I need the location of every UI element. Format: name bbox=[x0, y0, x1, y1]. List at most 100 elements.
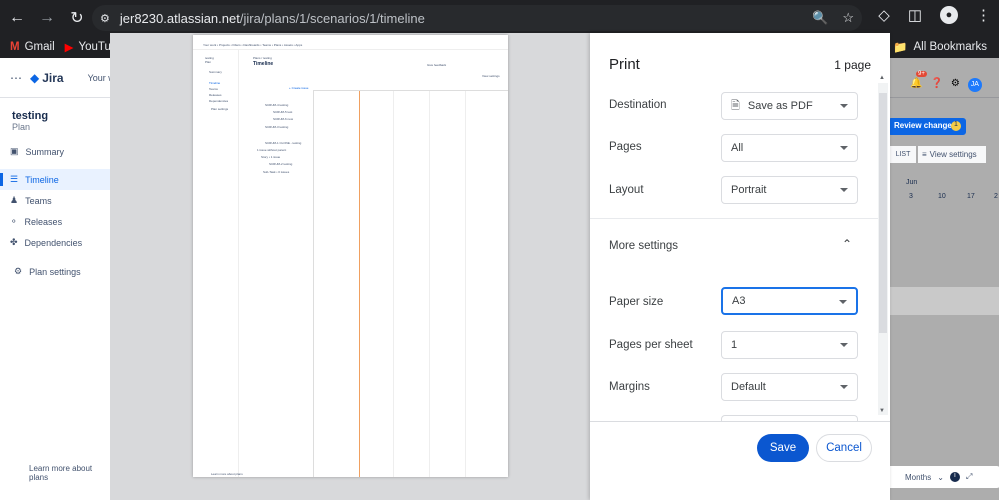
pages-select[interactable]: All bbox=[721, 134, 858, 162]
review-changes-button[interactable]: Review changes 1 bbox=[888, 118, 966, 135]
highlighted-row bbox=[890, 287, 999, 315]
notifications-icon[interactable]: 🔔 9+ bbox=[910, 71, 927, 92]
help-icon[interactable]: ❓ bbox=[930, 78, 942, 92]
preview-row: 1 issue without parent bbox=[257, 148, 287, 152]
youtube-icon: ▶ bbox=[64, 42, 74, 54]
chevron-up-icon[interactable]: ⌃ bbox=[842, 237, 852, 251]
bookmark-youtube[interactable]: ▶ YouTu bbox=[65, 40, 111, 54]
destination-label: Destination bbox=[609, 99, 667, 111]
margins-value: Default bbox=[731, 381, 766, 393]
all-bookmarks[interactable]: 📁 All Bookmarks bbox=[893, 40, 987, 54]
forward-icon[interactable]: → bbox=[32, 3, 62, 33]
sidebar-item-label: Teams bbox=[25, 195, 52, 206]
preview-row: SCRUM-1 CLONE - testing bbox=[265, 141, 302, 145]
more-settings-toggle[interactable]: More settings bbox=[609, 240, 678, 252]
bookmark-label: Gmail bbox=[24, 41, 55, 53]
bookmark-label: YouTu bbox=[78, 41, 111, 53]
back-icon[interactable]: ← bbox=[2, 3, 32, 33]
all-bookmarks-label: All Bookmarks bbox=[913, 41, 988, 53]
preview-gridline bbox=[465, 91, 466, 477]
preview-feedback: Give feedback bbox=[427, 63, 447, 67]
bookmark-gmail[interactable]: M Gmail bbox=[10, 41, 55, 53]
profile-avatar[interactable]: ● bbox=[940, 6, 958, 24]
jira-logo-icon[interactable]: ◆ bbox=[30, 71, 39, 85]
review-changes-label: Review changes bbox=[894, 121, 957, 130]
scroll-up-icon[interactable]: ▲ bbox=[879, 75, 885, 81]
pages-per-sheet-value: 1 bbox=[731, 339, 738, 351]
pages-per-sheet-select[interactable]: 1 bbox=[721, 331, 858, 359]
sidebar-item-plan-settings[interactable]: ⚙ Plan settings bbox=[0, 261, 110, 282]
folder-icon: 📁 bbox=[893, 42, 908, 54]
learn-more-link[interactable]: Learn more about plans bbox=[29, 464, 110, 482]
address-bar[interactable]: ⚙ jer8230.atlassian.net/jira/plans/1/sce… bbox=[92, 5, 862, 31]
sidebar-item-summary[interactable]: ▣ Summary bbox=[0, 141, 110, 162]
preview-nav: Your work • Projects • Filters • Dashboa… bbox=[203, 43, 303, 47]
zoom-icon[interactable]: 🔍 bbox=[812, 10, 828, 26]
profile-avatar-jira[interactable]: JA bbox=[967, 78, 982, 92]
day-label: 17 bbox=[967, 193, 975, 200]
chevron-down-icon: ⌄ bbox=[937, 472, 944, 482]
chevron-down-icon bbox=[839, 300, 847, 304]
footer-divider bbox=[590, 421, 890, 422]
sidebar-item-releases[interactable]: ⚬ Releases bbox=[0, 211, 110, 232]
dialog-scrollbar[interactable]: ▲ ▼ bbox=[878, 75, 888, 415]
url-path: /jira/plans/1/scenarios/1/timeline bbox=[239, 10, 425, 26]
sidebar-item-timeline[interactable]: ☰ Timeline bbox=[0, 169, 110, 190]
sidebar-item-label: Plan settings bbox=[29, 266, 81, 277]
layout-select[interactable]: Portrait bbox=[721, 176, 858, 204]
url-host: jer8230.atlassian.net bbox=[119, 10, 240, 26]
chrome-menu-icon[interactable]: ⋮ bbox=[976, 6, 991, 24]
bookmark-star-icon[interactable]: ☆ bbox=[842, 10, 854, 26]
list-view-button[interactable]: LIST bbox=[890, 146, 916, 163]
chevron-down-icon bbox=[840, 104, 848, 108]
preview-row: Sub-Task • 0 issues bbox=[263, 170, 290, 174]
sidebar-item-label: Releases bbox=[24, 216, 63, 227]
save-button[interactable]: Save bbox=[757, 434, 809, 462]
side-panel-icon[interactable]: ◫ bbox=[908, 6, 922, 24]
timeline-icon: ☰ bbox=[10, 174, 19, 184]
gmail-icon: M bbox=[10, 41, 20, 53]
preview-breadcrumb: Plans / testing bbox=[253, 56, 272, 60]
sidebar-item-teams[interactable]: ♟ Teams bbox=[0, 190, 110, 211]
jira-top-right-icons: 🔔 9+ ❓ ⚙ JA bbox=[910, 71, 982, 92]
jira-brand[interactable]: Jira bbox=[42, 71, 63, 85]
review-count-badge: 1 bbox=[951, 121, 961, 131]
settings-icon[interactable]: ⚙ bbox=[951, 78, 960, 92]
preview-row: SCRUM-4 testing bbox=[265, 103, 289, 107]
destination-select[interactable]: 🗎 Save as PDF bbox=[721, 92, 858, 120]
scrollbar-thumb[interactable] bbox=[879, 93, 887, 333]
extensions-icon[interactable]: ◇ bbox=[878, 6, 890, 24]
settings-sliders-icon: ≡ bbox=[922, 150, 927, 159]
preview-gridline bbox=[429, 91, 430, 477]
preview-plan-sub: Plan bbox=[205, 60, 212, 64]
sidebar-item-dependencies[interactable]: ✤ Dependencies bbox=[0, 232, 110, 253]
chevron-down-icon bbox=[840, 188, 848, 192]
reload-icon[interactable]: ↻ bbox=[62, 3, 92, 33]
preview-row: SCRUM-3 testing bbox=[265, 125, 289, 129]
notif-badge: 9+ bbox=[916, 71, 927, 77]
months-select[interactable]: Months bbox=[905, 473, 931, 482]
info-icon[interactable]: i bbox=[949, 472, 960, 482]
dependencies-icon: ✤ bbox=[10, 237, 18, 247]
preview-create-issue: + Create issue bbox=[289, 86, 309, 90]
section-divider bbox=[590, 218, 878, 219]
plan-title: testing bbox=[12, 110, 49, 122]
plan-sidebar: testing Plan ▣ Summary ☰ Timeline ♟ Teams ⚬… bbox=[0, 98, 110, 500]
sidebar-item-label: Summary bbox=[25, 146, 65, 157]
margins-label: Margins bbox=[609, 381, 650, 393]
chevron-down-icon bbox=[840, 385, 848, 389]
document-icon: 🗎 bbox=[731, 99, 740, 112]
paper-size-select[interactable]: A3 bbox=[721, 287, 858, 315]
preview-side-item: Teams bbox=[209, 87, 218, 91]
app-switcher-icon[interactable]: ⋯ bbox=[10, 71, 22, 85]
pages-value: All bbox=[731, 142, 744, 154]
preview-today-line bbox=[359, 91, 360, 477]
url-text[interactable]: jer8230.atlassian.net/jira/plans/1/scena… bbox=[120, 11, 425, 26]
view-settings-button[interactable]: ≡ View settings bbox=[918, 146, 986, 163]
scroll-down-icon[interactable]: ▼ bbox=[879, 408, 885, 414]
expand-icon[interactable]: ⤢ bbox=[966, 472, 972, 482]
cancel-button[interactable]: Cancel bbox=[816, 434, 872, 462]
site-info-icon[interactable]: ⚙ bbox=[100, 12, 110, 25]
margins-select[interactable]: Default bbox=[721, 373, 858, 401]
preview-timeline-header bbox=[313, 85, 508, 91]
